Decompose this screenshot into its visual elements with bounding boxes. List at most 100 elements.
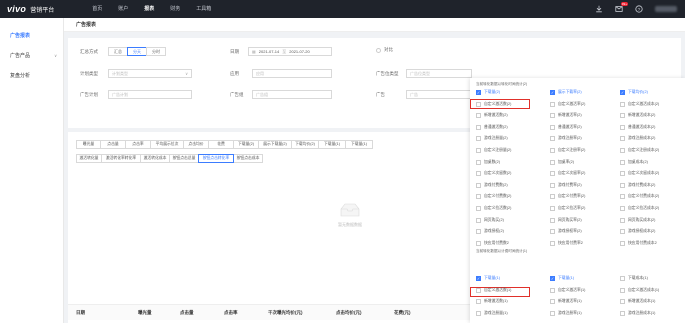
metric-checkbox[interactable]: 新增激活率(1) xyxy=(550,299,582,305)
checkbox-icon[interactable] xyxy=(476,206,481,211)
help-icon[interactable]: ? xyxy=(635,5,643,13)
checkbox-icon[interactable] xyxy=(476,136,481,142)
metric-checkbox[interactable]: 游戏注册成本(1) xyxy=(620,310,655,316)
checkbox-icon[interactable] xyxy=(476,171,481,177)
checkbox-icon[interactable] xyxy=(476,240,481,246)
checkbox-icon[interactable] xyxy=(620,240,625,246)
metric-checkbox[interactable]: 游戏注册率(2) xyxy=(550,136,582,142)
summary-option[interactable]: 分天 xyxy=(127,47,147,56)
checkbox-icon[interactable]: ✓ xyxy=(550,276,555,281)
checkbox-icon[interactable] xyxy=(476,310,481,316)
metric-checkbox[interactable]: 游戏授权(2) xyxy=(476,229,504,235)
metric-checkbox[interactable]: 普通激活数(2) xyxy=(476,124,508,130)
metric-checkbox[interactable]: 新增激活数(1) xyxy=(476,299,508,305)
metric-tab[interactable]: 按钮点击成本 xyxy=(233,154,263,163)
metric-tab[interactable]: 按钮点击总量 xyxy=(169,154,199,163)
metric-tab[interactable]: 曝光量 xyxy=(76,140,101,149)
top-nav-item[interactable]: 财务 xyxy=(162,0,188,18)
metric-checkbox[interactable]: 网页购买率(2) xyxy=(550,217,582,223)
top-nav-item[interactable]: 报表 xyxy=(136,0,162,18)
checkbox-icon[interactable] xyxy=(550,101,555,107)
summary-option[interactable]: 汇总 xyxy=(108,47,128,56)
checkbox-icon[interactable] xyxy=(476,299,481,305)
metric-checkbox[interactable]: 自定义付费数(2) xyxy=(476,194,511,200)
metric-checkbox[interactable]: 自定义付费成本(2) xyxy=(620,194,659,200)
metric-checkbox[interactable]: 自定义激活数(2) xyxy=(476,101,511,107)
metric-checkbox[interactable]: ✓ 下载均价(2) xyxy=(620,90,648,95)
checkbox-icon[interactable] xyxy=(620,206,625,211)
top-nav-item[interactable]: 首页 xyxy=(84,0,110,18)
checkbox-icon[interactable] xyxy=(620,101,625,107)
plan-type-select[interactable]: 计划类型 ∨ xyxy=(108,69,192,78)
checkbox-icon[interactable] xyxy=(620,182,625,188)
vivo-logo[interactable]: vivo xyxy=(7,4,26,14)
checkbox-icon[interactable] xyxy=(550,113,555,119)
metric-checkbox[interactable]: 游戏付费率(2) xyxy=(550,182,582,188)
metric-checkbox[interactable]: 自定义次留数(2) xyxy=(476,171,511,177)
checkbox-icon[interactable] xyxy=(476,194,481,200)
metric-tab[interactable]: 按钮点击转化率 xyxy=(198,154,234,163)
metric-checkbox[interactable]: 网页购买(2) xyxy=(476,217,504,223)
checkbox-icon[interactable] xyxy=(620,148,625,153)
checkbox-icon[interactable] xyxy=(550,229,555,235)
metric-checkbox[interactable]: 普通激活成本(2) xyxy=(620,124,655,130)
checkbox-icon[interactable] xyxy=(476,217,481,223)
checkbox-icon[interactable] xyxy=(476,159,481,165)
checkbox-icon[interactable] xyxy=(550,194,555,200)
checkbox-icon[interactable] xyxy=(550,159,555,165)
checkbox-icon[interactable] xyxy=(476,229,481,235)
metric-checkbox[interactable]: 游戏付费成本(2) xyxy=(620,182,655,188)
metric-checkbox[interactable]: 自定义注册率(2) xyxy=(550,148,585,153)
metric-checkbox[interactable]: 自定义拉活数(2) xyxy=(476,206,511,211)
metric-tab[interactable]: 下载量(1) xyxy=(318,140,346,149)
checkbox-icon[interactable] xyxy=(620,124,625,130)
compare-radio[interactable] xyxy=(376,47,381,53)
metric-checkbox[interactable]: 新增激活率(2) xyxy=(550,113,582,119)
metric-checkbox[interactable]: 自定义激活成本(2) xyxy=(620,101,659,107)
metric-checkbox[interactable]: 新增激活数(2) xyxy=(476,113,508,119)
metric-checkbox[interactable]: 自定义注册成本(2) xyxy=(620,148,659,153)
checkbox-icon[interactable] xyxy=(550,171,555,177)
checkbox-icon[interactable] xyxy=(620,276,625,281)
metric-checkbox[interactable]: ✓ 展示下载率(2) xyxy=(550,90,582,95)
checkbox-icon[interactable] xyxy=(550,299,555,305)
metric-checkbox[interactable]: 加桌率(2) xyxy=(550,159,574,165)
checkbox-icon[interactable] xyxy=(476,113,481,119)
metric-checkbox[interactable]: 游戏注册量(2) xyxy=(476,136,508,142)
sidebar-item[interactable]: 复盘分析 xyxy=(0,66,63,86)
metric-checkbox[interactable]: 新增激活成本(2) xyxy=(620,113,655,119)
metric-tab[interactable]: 激活转化量 xyxy=(76,154,102,163)
plan-input[interactable]: 广告计划 xyxy=(108,90,192,99)
metric-tab[interactable]: 激活转化率转化率 xyxy=(101,154,141,163)
checkbox-icon[interactable]: ✓ xyxy=(550,90,555,95)
checkbox-icon[interactable] xyxy=(550,310,555,316)
sidebar-item[interactable]: 广告产品 ∨ xyxy=(0,46,63,66)
metric-checkbox[interactable]: 普通激活率(2) xyxy=(550,124,582,130)
checkbox-icon[interactable] xyxy=(620,194,625,200)
metric-checkbox[interactable]: 快应用付费成本2 xyxy=(620,240,657,246)
checkbox-icon[interactable] xyxy=(550,217,555,223)
metric-checkbox[interactable]: 加桌成本(2) xyxy=(620,159,648,165)
metric-checkbox[interactable]: 自定义激活率(2) xyxy=(550,101,585,107)
metric-checkbox[interactable]: ✓ 下载量(1) xyxy=(476,276,500,281)
ad-input[interactable]: 广告 xyxy=(406,90,472,99)
metric-checkbox[interactable]: 自定义拉活率(2) xyxy=(550,206,585,211)
checkbox-icon[interactable] xyxy=(550,182,555,188)
checkbox-icon[interactable] xyxy=(550,148,555,153)
checkbox-icon[interactable] xyxy=(620,113,625,119)
user-avatar[interactable] xyxy=(655,6,677,12)
metric-checkbox[interactable]: 自定义激活数(1) xyxy=(476,287,511,293)
metric-checkbox[interactable]: ✓ 下载量(2) xyxy=(476,90,500,95)
metric-checkbox[interactable]: ✓ 下载量(1) xyxy=(550,276,574,281)
metric-checkbox[interactable]: 自定义激活率(1) xyxy=(550,287,585,293)
checkbox-icon[interactable] xyxy=(550,240,555,246)
metric-checkbox[interactable]: 快应用付费数2 xyxy=(476,240,509,246)
checkbox-icon[interactable]: ✓ xyxy=(476,276,481,281)
checkbox-icon[interactable]: ✓ xyxy=(476,90,481,95)
metric-checkbox[interactable]: 自定义次留成本(2) xyxy=(620,171,659,177)
metric-tab[interactable]: 下载量(1) xyxy=(345,140,373,149)
metric-tab[interactable]: 平均展示位次 xyxy=(150,140,184,149)
metric-checkbox[interactable]: 游戏授权成本(2) xyxy=(620,229,655,235)
metric-checkbox[interactable]: 游戏授权率(2) xyxy=(550,229,582,235)
metric-checkbox[interactable]: 加桌数(2) xyxy=(476,159,500,165)
